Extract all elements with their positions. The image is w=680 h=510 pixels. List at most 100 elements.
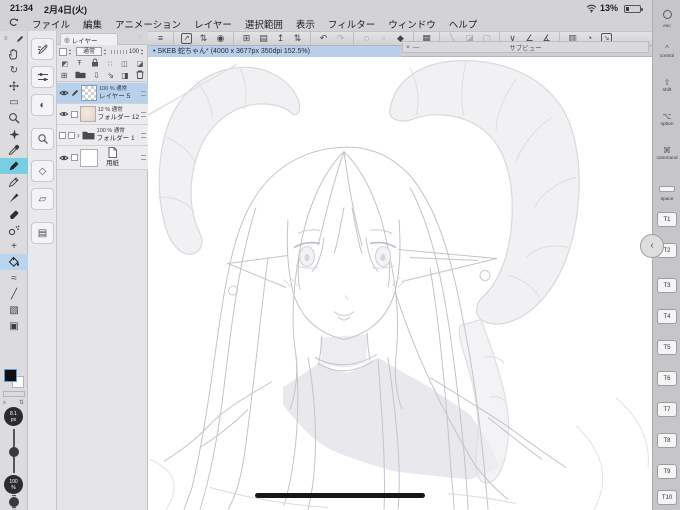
- layer-name[interactable]: 用紙: [106, 160, 119, 167]
- document-tab[interactable]: • SKEB 蛇ちゃん* (4000 x 3677px 350dpi 152.5…: [149, 46, 401, 57]
- brush-tool[interactable]: [0, 190, 28, 206]
- brush-size-indicator[interactable]: 8.1 px: [4, 407, 23, 426]
- t4-key[interactable]: T4: [657, 309, 677, 324]
- layer-drag-grip[interactable]: [141, 155, 146, 160]
- edit-target-checkbox[interactable]: [71, 154, 78, 161]
- tool-palette-header[interactable]: ≡: [0, 31, 28, 46]
- new-canvas-icon[interactable]: ⊞: [238, 32, 255, 45]
- clipping-icon[interactable]: ◩: [62, 60, 69, 68]
- show-hide-icon[interactable]: ◉: [212, 32, 229, 45]
- edit-target-checkbox[interactable]: [70, 110, 78, 118]
- layer-row-layer5[interactable]: 100 % 通常 レイヤー 5: [57, 83, 148, 104]
- visibility-eye-icon[interactable]: [59, 89, 69, 97]
- marquee-tool[interactable]: ▭: [0, 94, 28, 110]
- subview-close-icon[interactable]: ×: [406, 44, 410, 51]
- brush-opacity-slider-knob[interactable]: [9, 497, 19, 507]
- auto-select-tool[interactable]: [0, 126, 28, 142]
- open-file-icon[interactable]: ▤: [255, 32, 272, 45]
- subview-minimize-icon[interactable]: —: [413, 44, 420, 51]
- move-tool[interactable]: [0, 78, 28, 94]
- paper-thumbnail[interactable]: [80, 148, 98, 167]
- enable-mask-icon[interactable]: ∷: [108, 60, 112, 68]
- visibility-checkbox[interactable]: [59, 131, 66, 139]
- rotate-tool[interactable]: ↻: [0, 62, 28, 78]
- menu-selection[interactable]: 選択範囲: [245, 17, 283, 31]
- option-key[interactable]: ⌥ option: [653, 112, 680, 128]
- menu-view[interactable]: 表示: [296, 17, 315, 31]
- eyedropper-tool[interactable]: [0, 142, 28, 158]
- brush-size-slider-knob[interactable]: [9, 447, 19, 457]
- panel-toggle2-icon[interactable]: ⇅: [289, 32, 306, 45]
- t5-key[interactable]: T5: [657, 340, 677, 355]
- t8-key[interactable]: T8: [657, 433, 677, 448]
- t9-key[interactable]: T9: [657, 464, 677, 479]
- layer-row-paper[interactable]: 用紙: [57, 146, 148, 170]
- layer-drag-grip[interactable]: [141, 90, 146, 96]
- shift-key[interactable]: ⇧ shift: [653, 78, 680, 94]
- size-panel-menu-icon[interactable]: ≡: [3, 400, 6, 406]
- canvas-area[interactable]: [148, 57, 652, 510]
- foreground-color-swatch[interactable]: [4, 369, 17, 382]
- decoration-tool[interactable]: +: [0, 238, 28, 254]
- deselect-icon[interactable]: ▫: [375, 32, 392, 45]
- menu-layer[interactable]: レイヤー: [194, 17, 232, 31]
- selection-launcher-icon[interactable]: ◌: [358, 32, 375, 45]
- folder-expand-caret[interactable]: ›: [77, 131, 80, 140]
- t6-key[interactable]: T6: [657, 371, 677, 386]
- figure-tool[interactable]: ╱: [0, 286, 28, 302]
- t10-key[interactable]: T10: [657, 490, 677, 505]
- frame-tool[interactable]: ▣: [0, 318, 28, 334]
- menu-edit[interactable]: 編集: [83, 17, 102, 31]
- new-folder-icon[interactable]: [75, 70, 86, 81]
- export-icon[interactable]: ↥: [272, 32, 289, 45]
- layer-opacity-stepper[interactable]: ▴ ▾: [141, 48, 146, 56]
- esc-key[interactable]: esc: [653, 6, 680, 30]
- layer-thumbnail[interactable]: [79, 106, 96, 122]
- link-mask-icon[interactable]: ◪: [137, 60, 144, 68]
- ruler-snap-icon[interactable]: ◫: [121, 60, 128, 68]
- layer-drag-grip[interactable]: [141, 111, 146, 117]
- zoom-palette-icon[interactable]: [31, 128, 54, 150]
- app-menu-icon[interactable]: ≡: [152, 32, 169, 45]
- panel-toggle-icon[interactable]: ⇅: [195, 32, 212, 45]
- layer-row-folder1[interactable]: › 100 % 通常 フォルダー 1: [57, 125, 148, 146]
- pan-tool[interactable]: [0, 46, 28, 62]
- command-key[interactable]: ⌘ command: [653, 146, 680, 162]
- layer-thumbnail[interactable]: [81, 85, 97, 101]
- subview-palette-header[interactable]: × — サブビュー: [402, 41, 649, 53]
- layer-name[interactable]: レイヤー 5: [99, 93, 130, 100]
- new-layer-icon[interactable]: ⊞: [61, 71, 68, 80]
- menu-filter[interactable]: フィルター: [328, 17, 375, 31]
- menu-animation[interactable]: アニメーション: [115, 17, 181, 31]
- menu-window[interactable]: ウィンドウ: [388, 17, 436, 31]
- visibility-eye-icon[interactable]: [59, 154, 69, 162]
- t1-key[interactable]: T1: [657, 212, 677, 227]
- undo-icon[interactable]: ↶: [315, 32, 332, 45]
- edit-target-checkbox[interactable]: [68, 131, 75, 139]
- layer-row-folder12[interactable]: 12 % 通常 フォルダー 12: [57, 104, 148, 125]
- color-set-palette-icon[interactable]: ◐: [31, 94, 54, 116]
- airbrush-tool[interactable]: [0, 222, 28, 238]
- control-key[interactable]: ^ control: [653, 44, 680, 60]
- home-indicator[interactable]: [255, 493, 425, 498]
- brush-opacity-indicator[interactable]: 100 %: [4, 475, 23, 494]
- brush-size-palette-icon[interactable]: [31, 66, 54, 88]
- t3-key[interactable]: T3: [657, 278, 677, 293]
- pencil-tool[interactable]: [0, 174, 28, 190]
- material-palette-icon[interactable]: ▤: [31, 222, 54, 244]
- share-icon[interactable]: ↗: [181, 33, 192, 44]
- space-key[interactable]: space: [653, 179, 680, 203]
- menu-help[interactable]: ヘルプ: [449, 17, 478, 31]
- transfer-down-icon[interactable]: ⇩: [93, 71, 100, 80]
- size-panel-updown-icon[interactable]: ⇅: [19, 399, 24, 406]
- delete-layer-icon[interactable]: [136, 70, 144, 81]
- edge-keyboard-handle[interactable]: ‹: [640, 234, 664, 258]
- fill-tool[interactable]: [0, 254, 28, 270]
- lock-alpha-icon[interactable]: Ŧ: [77, 60, 81, 67]
- layer-property-palette-icon[interactable]: ▱: [31, 188, 54, 210]
- pen-tool[interactable]: [0, 158, 28, 174]
- lock-layer-icon[interactable]: [91, 58, 99, 69]
- app-logo-icon[interactable]: [8, 17, 19, 31]
- blend-tool[interactable]: ≈: [0, 270, 28, 286]
- eraser-tool[interactable]: [0, 206, 28, 222]
